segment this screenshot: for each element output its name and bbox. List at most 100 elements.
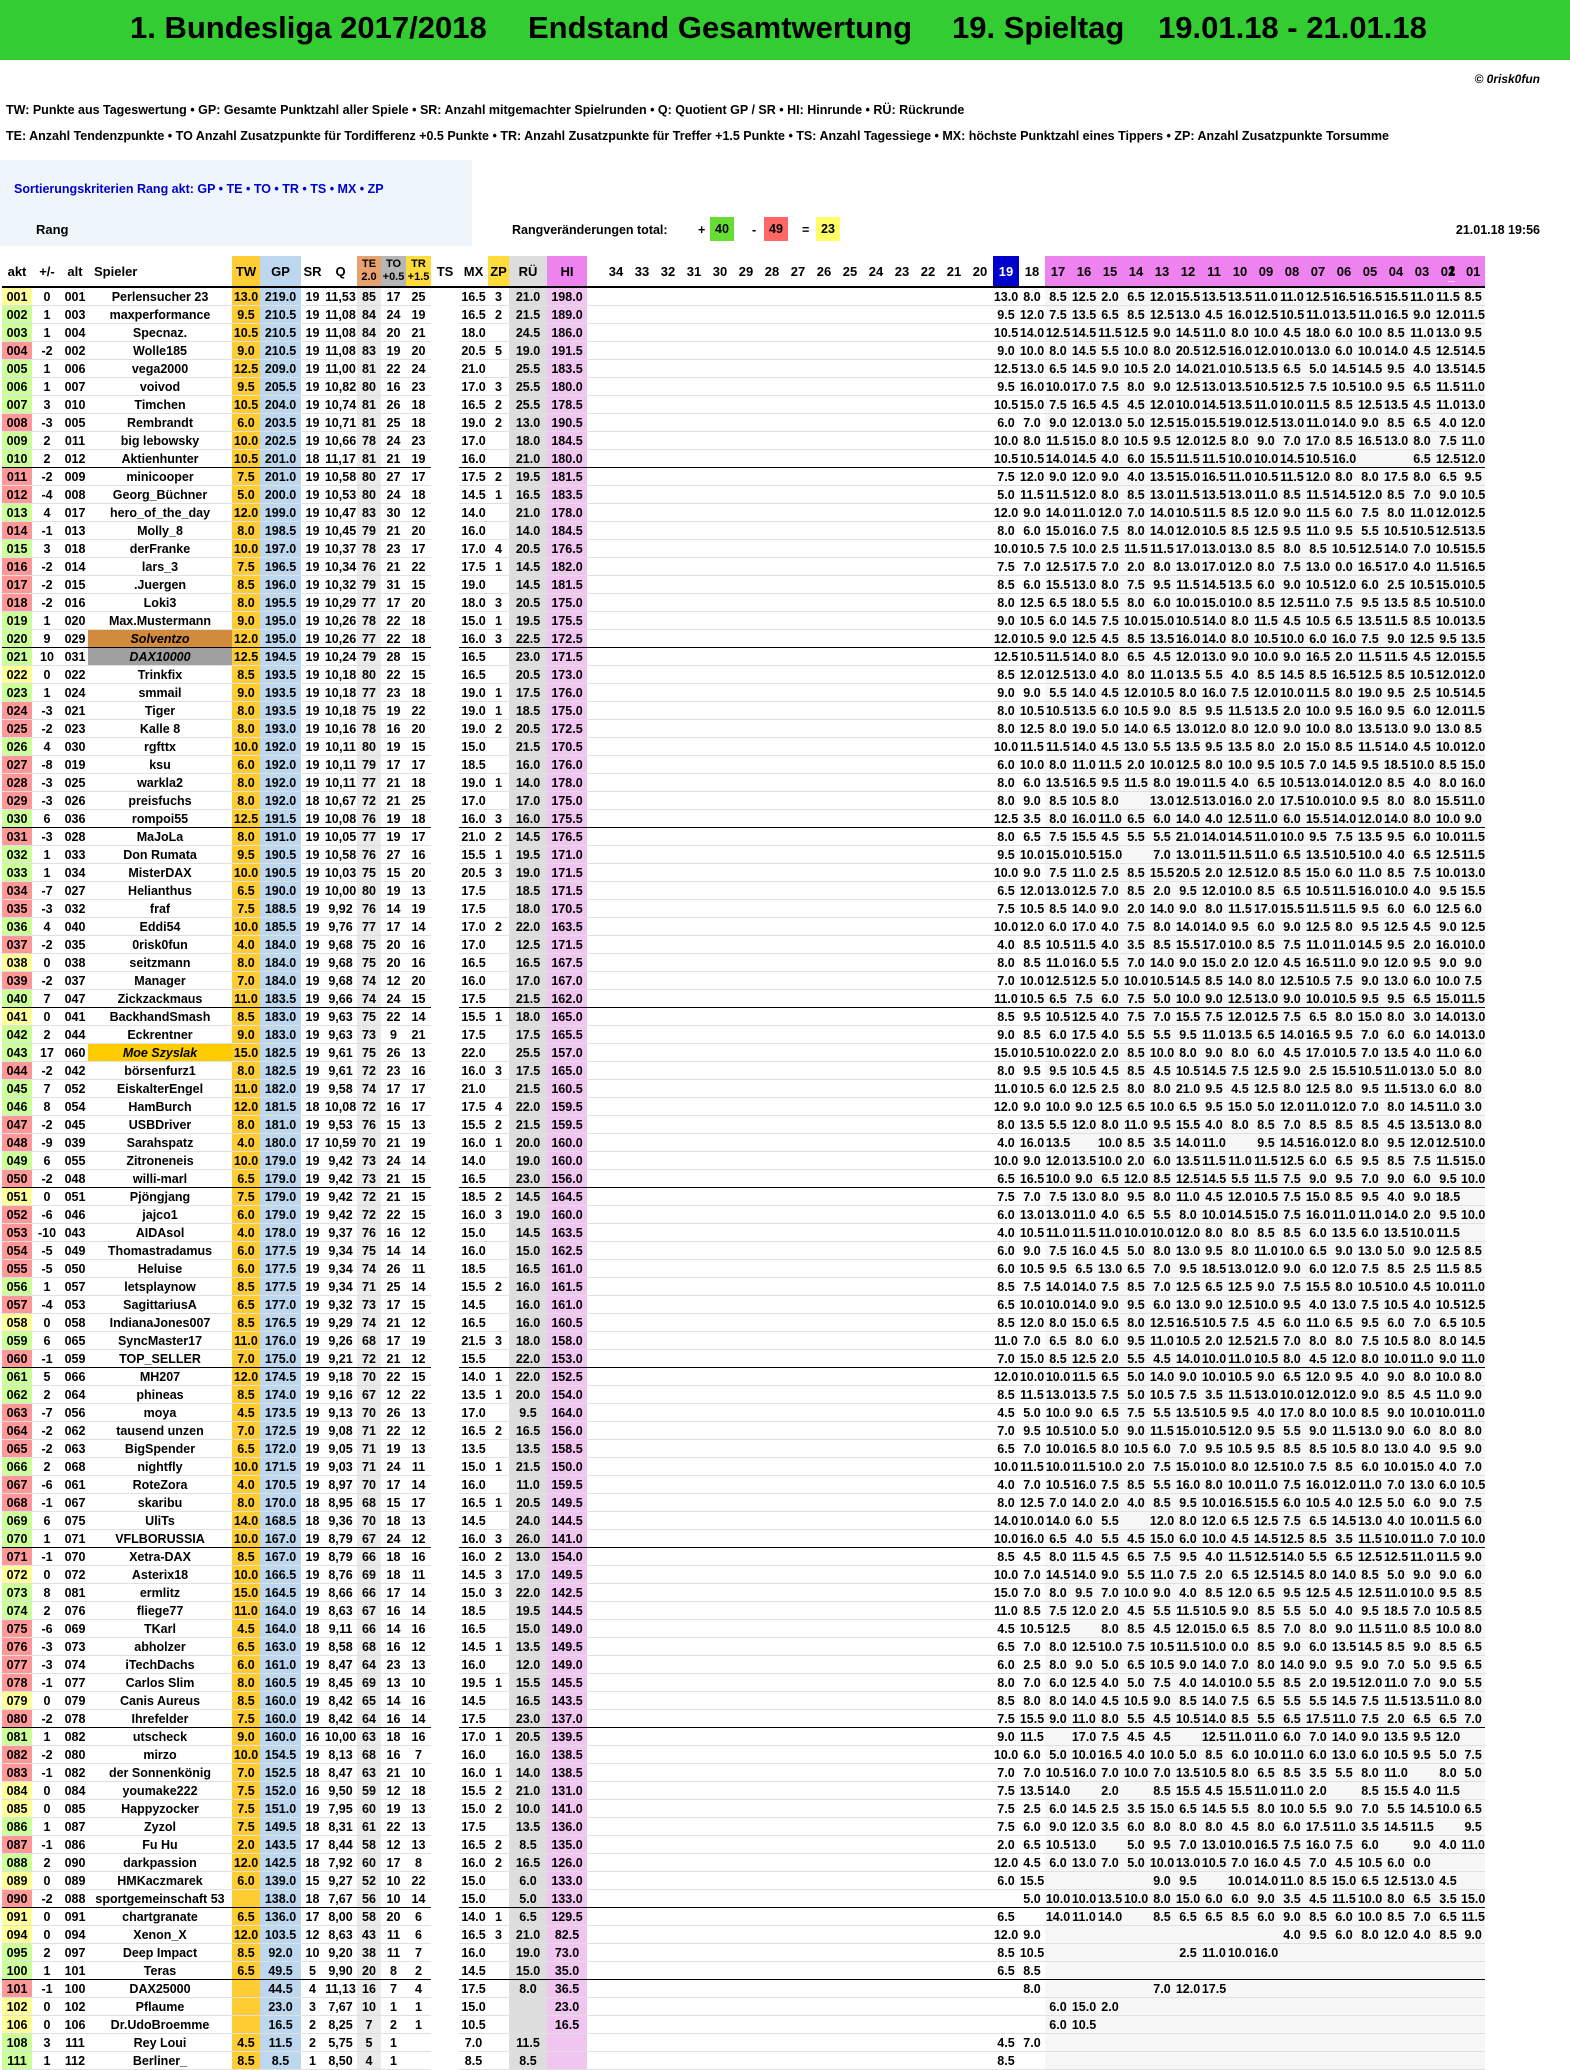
table-row[interactable]: 052-6046jajco16.0179.0199,4272221516.031… bbox=[2, 1206, 1485, 1224]
table-row[interactable]: 065-2063BigSpender6.5172.0199,0571191313… bbox=[2, 1440, 1485, 1458]
table-row[interactable]: 0231024smmail9.0193.51910,18772318119.01… bbox=[2, 684, 1485, 702]
col-md-20[interactable]: 20 bbox=[967, 256, 993, 287]
table-row[interactable]: 0407047Zickzackmaus11.0183.5199,66742415… bbox=[2, 990, 1485, 1008]
col-md-34[interactable]: 34 bbox=[603, 256, 629, 287]
col-md-09[interactable]: 09 bbox=[1253, 256, 1279, 287]
table-row[interactable]: 0092011big lebowsky10.0202.51910,6678242… bbox=[2, 432, 1485, 450]
col-md-05[interactable]: 05 bbox=[1357, 256, 1383, 287]
col-md-29[interactable]: 29 bbox=[733, 256, 759, 287]
table-row[interactable]: 035-3032fraf7.5188.5199,9276141917.518.0… bbox=[2, 900, 1485, 918]
table-row[interactable]: 048-9039Sarahspatz4.0180.01710,597021191… bbox=[2, 1134, 1485, 1152]
col-te[interactable]: TE 2.0 bbox=[357, 256, 381, 287]
table-row[interactable]: 0861087Zyzol7.5149.5188,31612213117.513.… bbox=[2, 1818, 1485, 1836]
table-row[interactable]: 028-3025warkla28.0192.01910,1177211819.0… bbox=[2, 774, 1485, 792]
table-row[interactable]: 027-8019ksu6.0192.01910,11791717118.516.… bbox=[2, 756, 1485, 774]
table-row[interactable]: 0701071VFLBORUSSIA10.0167.0198,796724121… bbox=[2, 1530, 1485, 1548]
table-row[interactable]: 0264030rgfttx10.0192.01910,11801915115.0… bbox=[2, 738, 1485, 756]
table-row[interactable]: 0742076fliege7711.0164.0198,63671614118.… bbox=[2, 1602, 1485, 1620]
table-row[interactable]: 0720072Asterix1810.0166.5198,7669181114.… bbox=[2, 1566, 1485, 1584]
col-alt[interactable]: alt bbox=[62, 256, 88, 287]
table-row[interactable]: 063-7056moya4.5173.5199,1370261317.09.51… bbox=[2, 1404, 1485, 1422]
table-row[interactable]: 0380038seitzmann8.0184.0199,6875201616.5… bbox=[2, 954, 1485, 972]
col-md-19[interactable]: 19 bbox=[993, 256, 1019, 287]
col-zp[interactable]: ZP bbox=[488, 256, 509, 287]
col-sr[interactable]: SR bbox=[301, 256, 324, 287]
table-row[interactable]: 0457052EiskalterEngel11.0182.0199,587417… bbox=[2, 1080, 1485, 1098]
col-md-25[interactable]: 25 bbox=[837, 256, 863, 287]
col-tr[interactable]: TR +1.5 bbox=[406, 256, 431, 287]
col-md-27[interactable]: 27 bbox=[785, 256, 811, 287]
col-md-13[interactable]: 13 bbox=[1149, 256, 1175, 287]
table-row[interactable]: 0910091chartgranate6.5136.0178,005820614… bbox=[2, 1908, 1485, 1926]
table-row[interactable]: 078-1077Carlos Slim8.0160.5198,456913101… bbox=[2, 1674, 1485, 1692]
col-ru[interactable]: RÜ bbox=[509, 256, 547, 287]
col-md-21[interactable]: 21 bbox=[941, 256, 967, 287]
col-md-03[interactable]: 03 bbox=[1409, 256, 1435, 287]
table-row[interactable]: 0422044Eckrentner9.0183.0199,637392117.5… bbox=[2, 1026, 1485, 1044]
table-row[interactable]: 0220022Trinkfix8.5193.51910,1880221516.5… bbox=[2, 666, 1485, 684]
col-md-26[interactable]: 26 bbox=[811, 256, 837, 287]
table-row[interactable]: 0010001Perlensucher 2313.0219.01911,5385… bbox=[2, 287, 1485, 306]
table-row[interactable]: 0615066MH20712.0174.5199,1870221514.0122… bbox=[2, 1368, 1485, 1386]
table-row[interactable]: 101-1100DAX2500044.5411,13167417.58.036.… bbox=[2, 1980, 1485, 1998]
col-md-10[interactable]: 10 bbox=[1227, 256, 1253, 287]
table-row[interactable]: 0191020Max.Mustermann9.0195.01910,267822… bbox=[2, 612, 1485, 630]
col-md-14[interactable]: 14 bbox=[1123, 256, 1149, 287]
table-row[interactable]: 080-2078Ihrefelder7.5160.0198,4264161417… bbox=[2, 1710, 1485, 1728]
table-row[interactable]: 0580058IndianaJones0078.5176.5199,297421… bbox=[2, 1314, 1485, 1332]
table-row[interactable]: 0510051Pjöngjang7.5179.0199,42722115118.… bbox=[2, 1188, 1485, 1206]
table-row[interactable]: 024-3021Tiger8.0193.51910,1875192219.011… bbox=[2, 702, 1485, 720]
table-row[interactable]: 0596065SyncMaster1711.0176.0199,26681719… bbox=[2, 1332, 1485, 1350]
col-md-12[interactable]: 12 bbox=[1175, 256, 1201, 287]
col-md-32[interactable]: 32 bbox=[655, 256, 681, 287]
col-tw[interactable]: TW bbox=[232, 256, 260, 287]
col-md-01[interactable]: 01 bbox=[1461, 256, 1485, 287]
col-akt[interactable]: akt bbox=[2, 256, 32, 287]
table-row[interactable]: 0811082utscheck9.0160.01610,0063181617.0… bbox=[2, 1728, 1485, 1746]
col-md-33[interactable]: 33 bbox=[629, 256, 655, 287]
table-row[interactable]: 0561057letsplaynow8.5177.5199,3471251415… bbox=[2, 1278, 1485, 1296]
col-hi[interactable]: HI bbox=[547, 256, 587, 287]
col-md-06[interactable]: 06 bbox=[1331, 256, 1357, 287]
col-md-22[interactable]: 22 bbox=[915, 256, 941, 287]
table-row[interactable]: 0306036rompoi5512.5191.51910,0876191816.… bbox=[2, 810, 1485, 828]
col-spieler[interactable]: Spieler bbox=[88, 256, 232, 287]
table-row[interactable]: 0153018derFranke10.0197.01910,3778231717… bbox=[2, 540, 1485, 558]
table-row[interactable]: 047-2045USBDriver8.0181.0199,5376151315.… bbox=[2, 1116, 1485, 1134]
col-md-30[interactable]: 30 bbox=[707, 256, 733, 287]
col-md-11[interactable]: 11 bbox=[1201, 256, 1227, 287]
col-gp[interactable]: GP bbox=[260, 256, 301, 287]
table-row[interactable]: 012-4008Georg_Büchner5.0200.01910,538024… bbox=[2, 486, 1485, 504]
table-row[interactable]: 037-20350risk0fun4.0184.0199,68752016117… bbox=[2, 936, 1485, 954]
table-row[interactable]: 011-2009minicooper7.5201.01910,588027171… bbox=[2, 468, 1485, 486]
table-row[interactable]: 014-1013Molly_88.0198.51910,4579212016.0… bbox=[2, 522, 1485, 540]
col-md-23[interactable]: 23 bbox=[889, 256, 915, 287]
table-row[interactable]: 064-2062tausend unzen7.0172.5199,0871221… bbox=[2, 1422, 1485, 1440]
table-row[interactable]: 02110031DAX1000012.5194.51910,2479281516… bbox=[2, 648, 1485, 666]
table-row[interactable]: 087-1086Fu Hu2.0143.5178,4458121316.528.… bbox=[2, 1836, 1485, 1854]
table-row[interactable]: 067-6061RoteZora4.0170.5198,9770171416.0… bbox=[2, 1476, 1485, 1494]
table-row[interactable]: 077-3074iTechDachs6.0161.0198,4764231316… bbox=[2, 1656, 1485, 1674]
table-row[interactable]: 004-2002Wolle1859.0210.51911,0883192020.… bbox=[2, 342, 1485, 360]
table-row[interactable]: 031-3028MaJoLa8.0191.01910,05771917121.0… bbox=[2, 828, 1485, 846]
table-row[interactable]: 044-2042börsenfurz18.0182.5199,617223161… bbox=[2, 1062, 1485, 1080]
table-row[interactable]: 082-2080mirzo10.0154.5198,136816716.016.… bbox=[2, 1746, 1485, 1764]
table-row[interactable]: 017-2015.Juergen8.5196.01910,32793115119… bbox=[2, 576, 1485, 594]
col-pm[interactable]: +/- bbox=[32, 256, 62, 287]
table-row[interactable]: 0021003maxperformance9.5210.51911,088424… bbox=[2, 306, 1485, 324]
table-row[interactable]: 0331034MisterDAX10.0190.51910,0375152012… bbox=[2, 864, 1485, 882]
table-row[interactable]: 090-2088sportgemeinschaft 53138.0187,675… bbox=[2, 1890, 1485, 1908]
table-row[interactable]: 0073010Timchen10.5204.01910,7481261816.5… bbox=[2, 396, 1485, 414]
table-row[interactable]: 016-2014lars_37.5196.51910,3476212217.51… bbox=[2, 558, 1485, 576]
table-row[interactable]: 025-2023Kalle 88.0193.01910,1678162019.0… bbox=[2, 720, 1485, 738]
table-row[interactable]: 055-5050Heluise6.0177.5199,34742611118.5… bbox=[2, 1260, 1485, 1278]
table-row[interactable]: 018-2016Loki38.0195.51910,2977172018.032… bbox=[2, 594, 1485, 612]
table-row[interactable]: 008-3005Rembrandt6.0203.51910,7181251819… bbox=[2, 414, 1485, 432]
col-ts[interactable]: TS bbox=[431, 256, 459, 287]
table-row[interactable]: 075-6069TKarl4.5164.0189,1166141616.515.… bbox=[2, 1620, 1485, 1638]
table-row[interactable]: 0209029Solventzo12.0195.01910,2677221816… bbox=[2, 630, 1485, 648]
table-row[interactable]: 0952097Deep Impact8.592.0109,203811716.0… bbox=[2, 1944, 1485, 1962]
table-row[interactable]: 029-3026preisfuchs8.0192.01810,677221251… bbox=[2, 792, 1485, 810]
col-md-04[interactable]: 04 bbox=[1383, 256, 1409, 287]
table-row[interactable]: 0840084youmake2227.5152.0169,5059121815.… bbox=[2, 1782, 1485, 1800]
